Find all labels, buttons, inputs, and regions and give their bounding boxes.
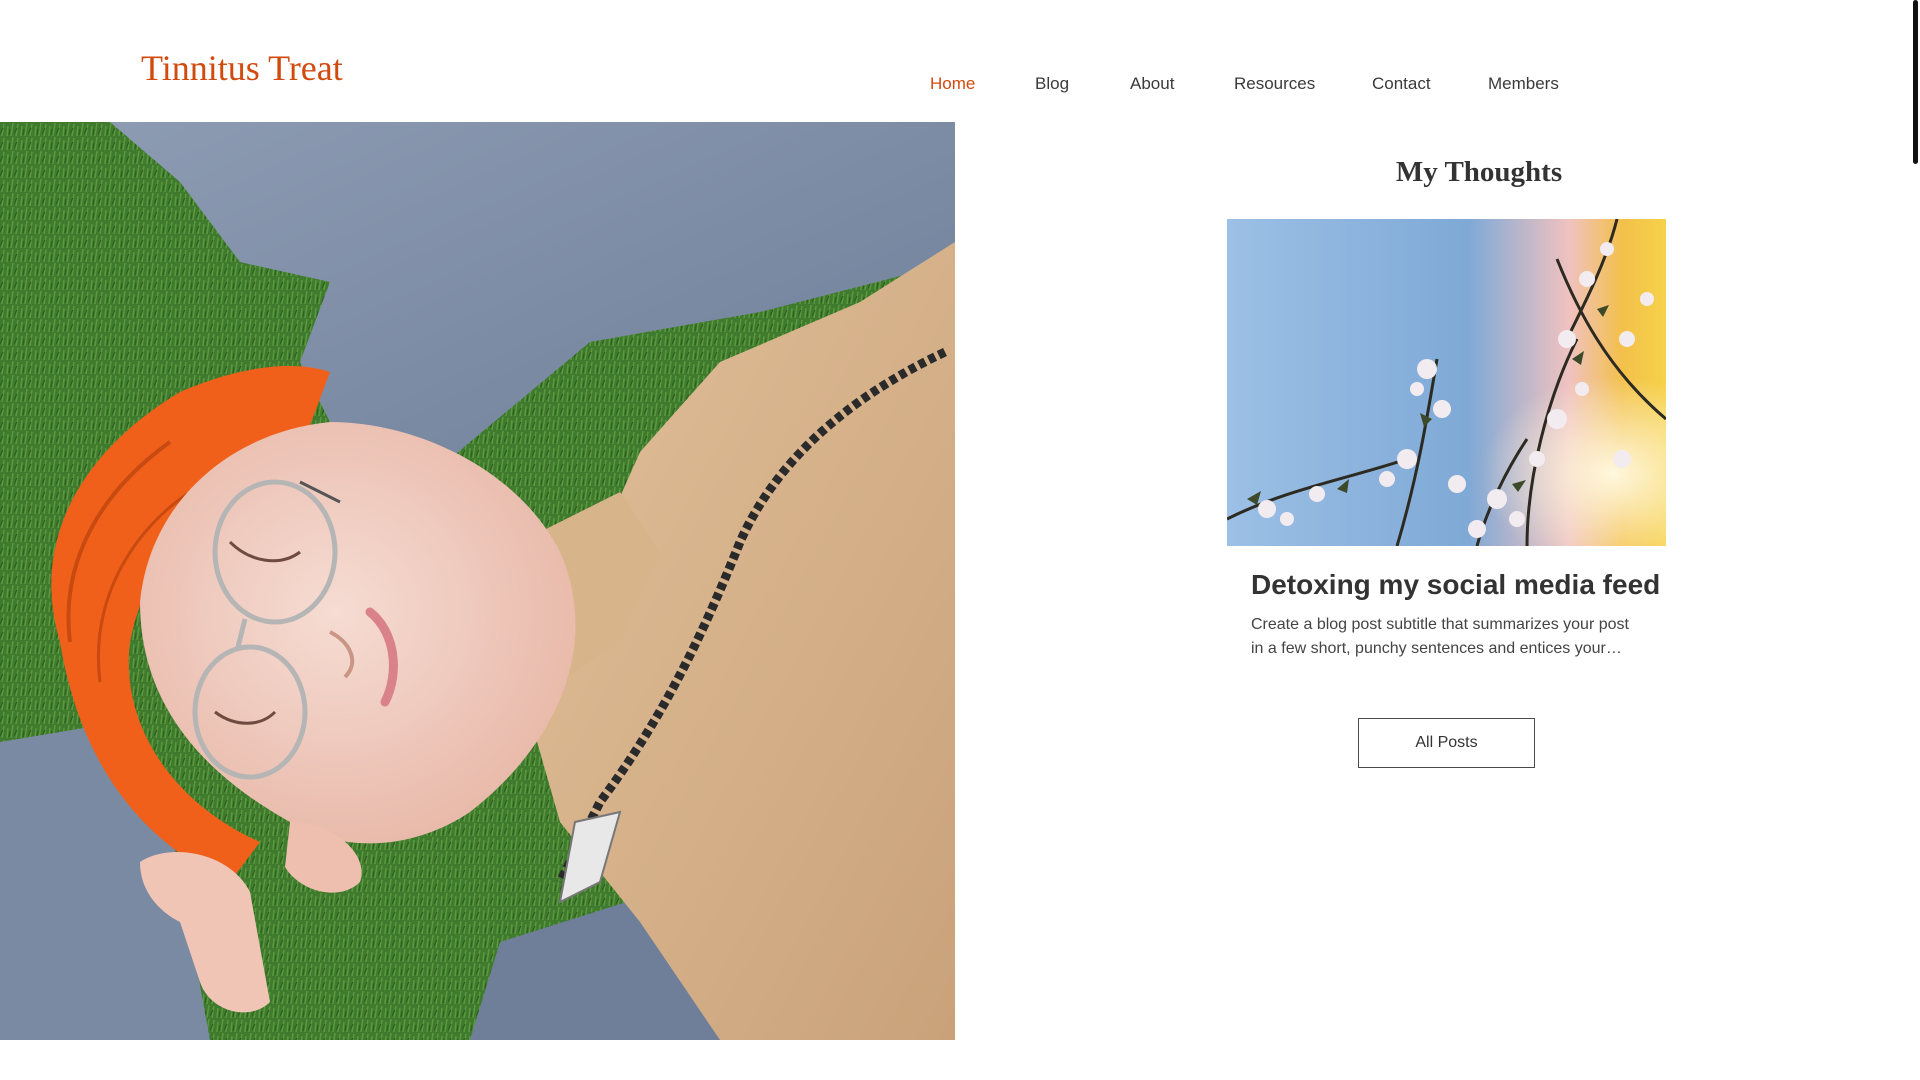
blog-heading: My Thoughts <box>1395 156 1563 188</box>
nav-item-resources[interactable]: Resources <box>1234 74 1315 94</box>
hero-photo-illustration <box>0 122 955 1040</box>
post-excerpt: Create a blog post subtitle that summari… <box>1251 616 1629 657</box>
all-posts-button[interactable]: All Posts <box>1358 718 1535 768</box>
site-header: Tinnitus Treat Home Blog About Resources… <box>0 0 1920 122</box>
main-nav: Home Blog About Resources Contact Member… <box>0 74 1920 98</box>
hero-image <box>0 122 955 1040</box>
nav-item-contact[interactable]: Contact <box>1372 74 1431 94</box>
post-cover-image[interactable] <box>1227 219 1666 546</box>
blog-section: My Thoughts Detoxing my social media fee… <box>955 122 1920 1040</box>
post-title[interactable]: Detoxing my social media feed <box>1251 569 1661 601</box>
post-card[interactable]: Detoxing my social media feed Create a b… <box>1227 219 1666 689</box>
nav-item-about[interactable]: About <box>1130 74 1174 94</box>
scrollbar-thumb[interactable] <box>1913 0 1918 164</box>
nav-item-members[interactable]: Members <box>1488 74 1559 94</box>
page-scrollbar[interactable] <box>1911 0 1920 1080</box>
blossom-photo-illustration <box>1227 219 1666 546</box>
nav-item-blog[interactable]: Blog <box>1035 74 1069 94</box>
nav-item-home[interactable]: Home <box>930 74 975 94</box>
